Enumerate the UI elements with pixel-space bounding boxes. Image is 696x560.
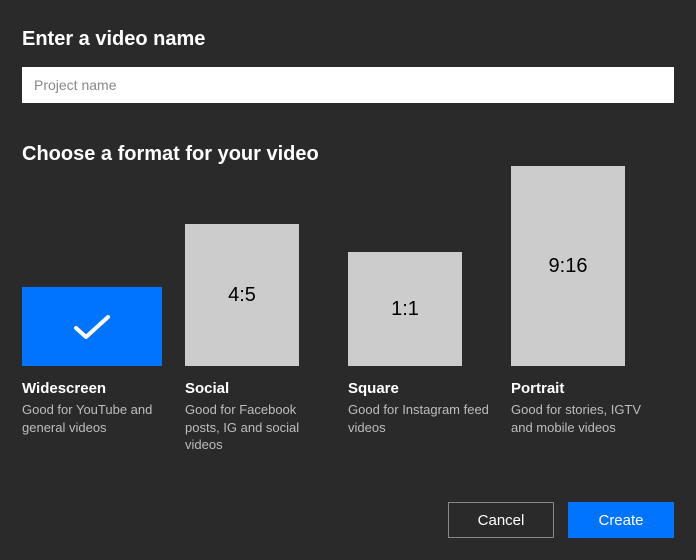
format-ratio-label: 9:16	[549, 255, 588, 278]
format-option-square[interactable]: 1:1 Square Good for Instagram feed video…	[348, 166, 511, 454]
format-desc: Good for Facebook posts, IG and social v…	[185, 401, 334, 454]
create-button[interactable]: Create	[568, 502, 674, 538]
format-thumb-area: 1:1	[348, 166, 497, 366]
format-thumb-area: 4:5	[185, 166, 334, 366]
format-desc: Good for Instagram feed videos	[348, 401, 497, 436]
format-ratio-label: 1:1	[391, 298, 419, 321]
format-thumb-social: 4:5	[185, 224, 299, 366]
format-desc: Good for stories, IGTV and mobile videos	[511, 401, 660, 436]
format-thumb-area	[22, 166, 171, 366]
format-option-widescreen[interactable]: Widescreen Good for YouTube and general …	[22, 166, 185, 454]
format-desc: Good for YouTube and general videos	[22, 401, 171, 436]
dialog-footer: Cancel Create	[448, 502, 674, 538]
format-options: Widescreen Good for YouTube and general …	[22, 166, 674, 454]
video-name-input[interactable]	[22, 67, 674, 103]
format-thumb-area: 9:16	[511, 166, 660, 366]
cancel-button[interactable]: Cancel	[448, 502, 554, 538]
format-option-social[interactable]: 4:5 Social Good for Facebook posts, IG a…	[185, 166, 348, 454]
video-name-label: Enter a video name	[22, 28, 674, 51]
format-title: Widescreen	[22, 380, 171, 397]
format-title: Social	[185, 380, 334, 397]
format-title: Square	[348, 380, 497, 397]
format-option-portrait[interactable]: 9:16 Portrait Good for stories, IGTV and…	[511, 166, 674, 454]
format-title: Portrait	[511, 380, 660, 397]
format-thumb-portrait: 9:16	[511, 166, 625, 366]
format-ratio-label: 4:5	[228, 284, 256, 307]
checkmark-icon	[73, 313, 111, 341]
format-label: Choose a format for your video	[22, 143, 674, 166]
format-thumb-square: 1:1	[348, 252, 462, 366]
format-thumb-widescreen	[22, 287, 162, 366]
